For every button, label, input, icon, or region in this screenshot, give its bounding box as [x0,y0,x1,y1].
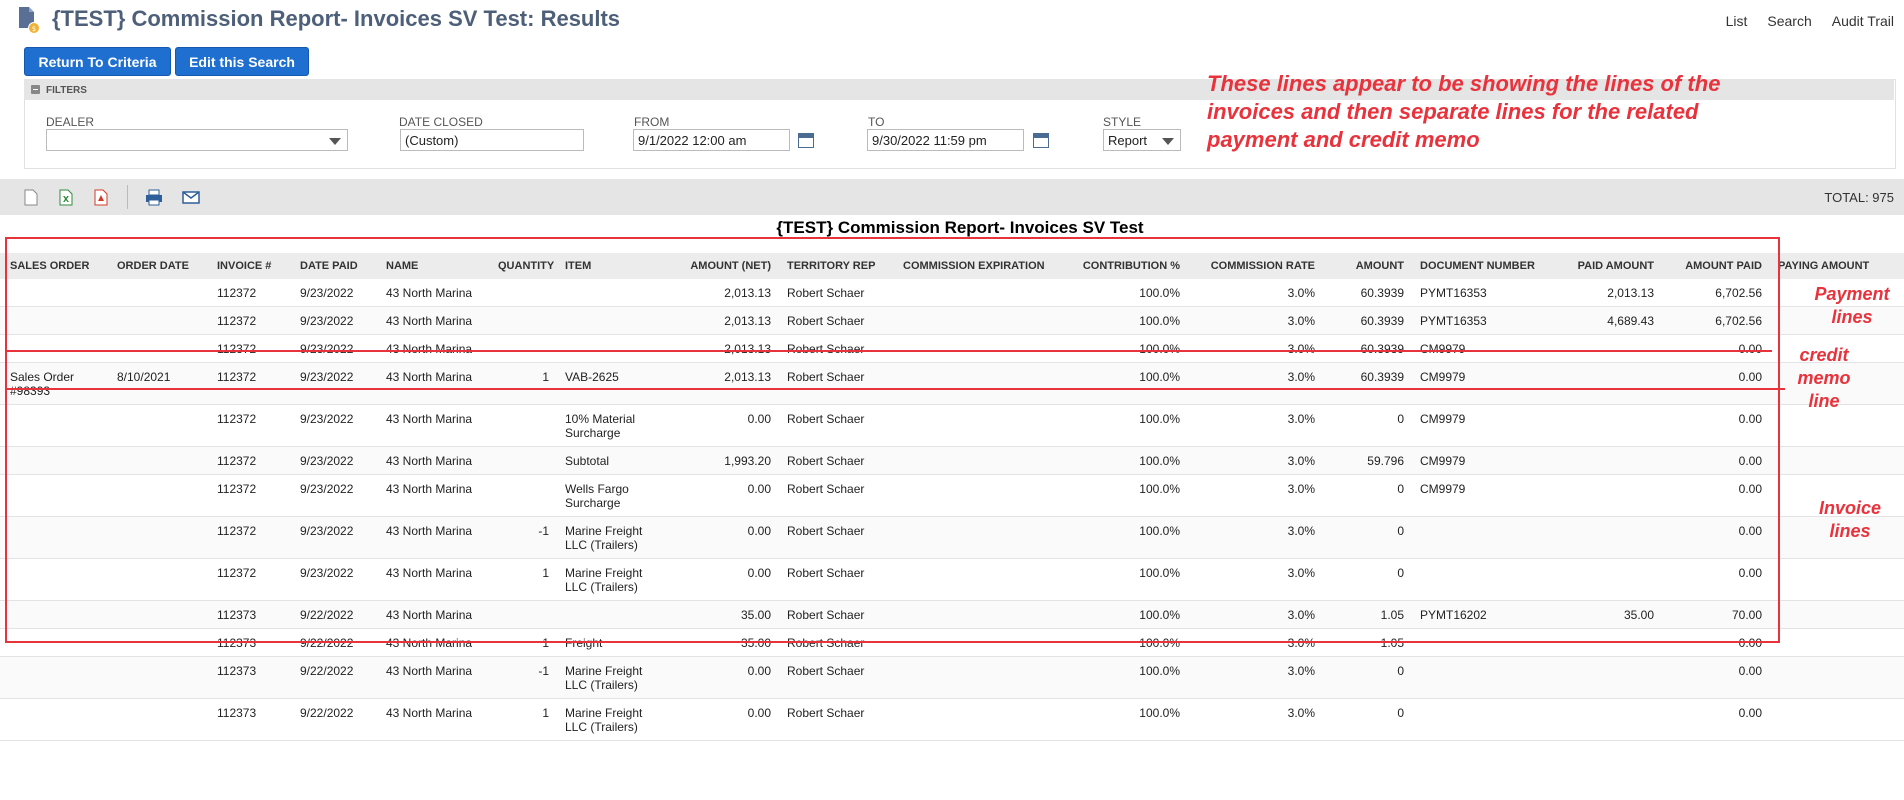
cell-paid-amount [1553,656,1660,699]
cell-order-date [107,698,207,741]
cell-amount-paid: 0.00 [1660,698,1768,741]
list-link[interactable]: List [1726,13,1748,29]
credit-memo-note: credit memo line [1797,345,1851,411]
report-page-icon: $ [18,6,40,34]
cell-order-date [107,656,207,699]
document-icon[interactable] [24,189,38,206]
cell-paying-amount [1768,446,1904,475]
cell-paying-amount [1768,558,1904,601]
cell-document-number [1410,656,1553,699]
cell-date-paid: 9/22/2022 [290,698,376,741]
results-toolbar [0,179,1904,215]
cell-item: Marine Freight LLC (Trailers) [555,656,660,699]
to-label: TO [868,115,885,129]
date-closed-label: DATE CLOSED [399,115,483,129]
from-label: FROM [634,115,670,129]
cell-paying-amount [1768,628,1904,657]
cell-name: 43 North Marina [376,698,488,741]
chevron-down-icon [329,138,341,145]
chevron-down-icon [1162,138,1174,145]
collapse-icon[interactable] [31,85,40,94]
svg-text:$: $ [32,25,36,33]
cell-amount: 0 [1321,656,1410,699]
email-icon[interactable] [182,189,200,206]
search-link[interactable]: Search [1767,13,1811,29]
cell-paying-amount [1768,698,1904,741]
cell-date-paid: 9/22/2022 [290,656,376,699]
excel-export-icon[interactable]: X [59,189,73,206]
top-links: List Search Audit Trail [1726,13,1894,29]
edit-search-button[interactable]: Edit this Search [175,47,309,76]
cell-contribution-pct: 100.0% [1061,698,1186,741]
cell-commission-rate: 3.0% [1186,656,1321,699]
annotation-note: These lines appear to be showing the lin… [1207,71,1721,152]
svg-text:X: X [63,195,70,204]
cell-commission-expiration [893,698,1061,741]
cell-amount-net: 0.00 [660,698,777,741]
cell-territory-rep: Robert Schaer [777,698,893,741]
invoice-lines-note: Invoice lines [1818,498,1882,541]
cell-commission-rate: 3.0% [1186,698,1321,741]
cell-paying-amount [1768,600,1904,629]
cell-sales-order [0,656,107,699]
annotation-divider-credit [5,388,1785,390]
cell-document-number [1410,698,1553,741]
annotation-divider-payment [5,350,1772,352]
cell-amount: 0 [1321,698,1410,741]
table-row: 112373 9/22/2022 43 North Marina -1 Marine F… [0,656,1904,699]
return-to-criteria-button[interactable]: Return To Criteria [24,47,171,76]
dealer-label: DEALER [46,115,95,129]
report-title: {TEST} Commission Report- Invoices SV Te… [776,218,1144,237]
table-row: 112373 9/22/2022 43 North Marina 1 Marine Fr… [0,698,1904,741]
calendar-icon[interactable] [798,133,814,148]
cell-territory-rep: Robert Schaer [777,656,893,699]
total-count: TOTAL: 975 [1824,190,1894,205]
cell-invoice-number: 112373 [207,656,290,699]
cell-contribution-pct: 100.0% [1061,656,1186,699]
print-icon[interactable] [145,189,163,206]
cell-invoice-number: 112373 [207,698,290,741]
cell-amount-paid: 0.00 [1660,656,1768,699]
calendar-icon[interactable] [1033,133,1049,148]
cell-name: 43 North Marina [376,656,488,699]
date-closed-field[interactable]: (Custom) [400,129,584,151]
cell-commission-expiration [893,656,1061,699]
cell-sales-order [0,698,107,741]
from-date-field[interactable]: 9/1/2022 12:00 am [633,129,790,151]
filters-label: FILTERS [46,85,87,96]
cell-amount-net: 0.00 [660,656,777,699]
cell-paid-amount [1553,698,1660,741]
cell-paying-amount [1768,656,1904,699]
toolbar-divider [127,185,128,209]
page-title: {TEST} Commission Report- Invoices SV Te… [52,6,621,31]
audit-trail-link[interactable]: Audit Trail [1832,13,1894,29]
column-header-paying-amount[interactable]: PAYING AMOUNT [1768,253,1904,279]
cell-quantity: 1 [488,698,555,741]
dealer-select[interactable] [46,129,348,151]
style-label: STYLE [1103,115,1142,129]
cell-quantity: -1 [488,656,555,699]
payment-lines-note: Payment lines [1814,284,1890,327]
to-date-field[interactable]: 9/30/2022 11:59 pm [867,129,1024,151]
pdf-export-icon[interactable] [94,189,108,206]
cell-item: Marine Freight LLC (Trailers) [555,698,660,741]
annotation-box [5,237,1780,643]
